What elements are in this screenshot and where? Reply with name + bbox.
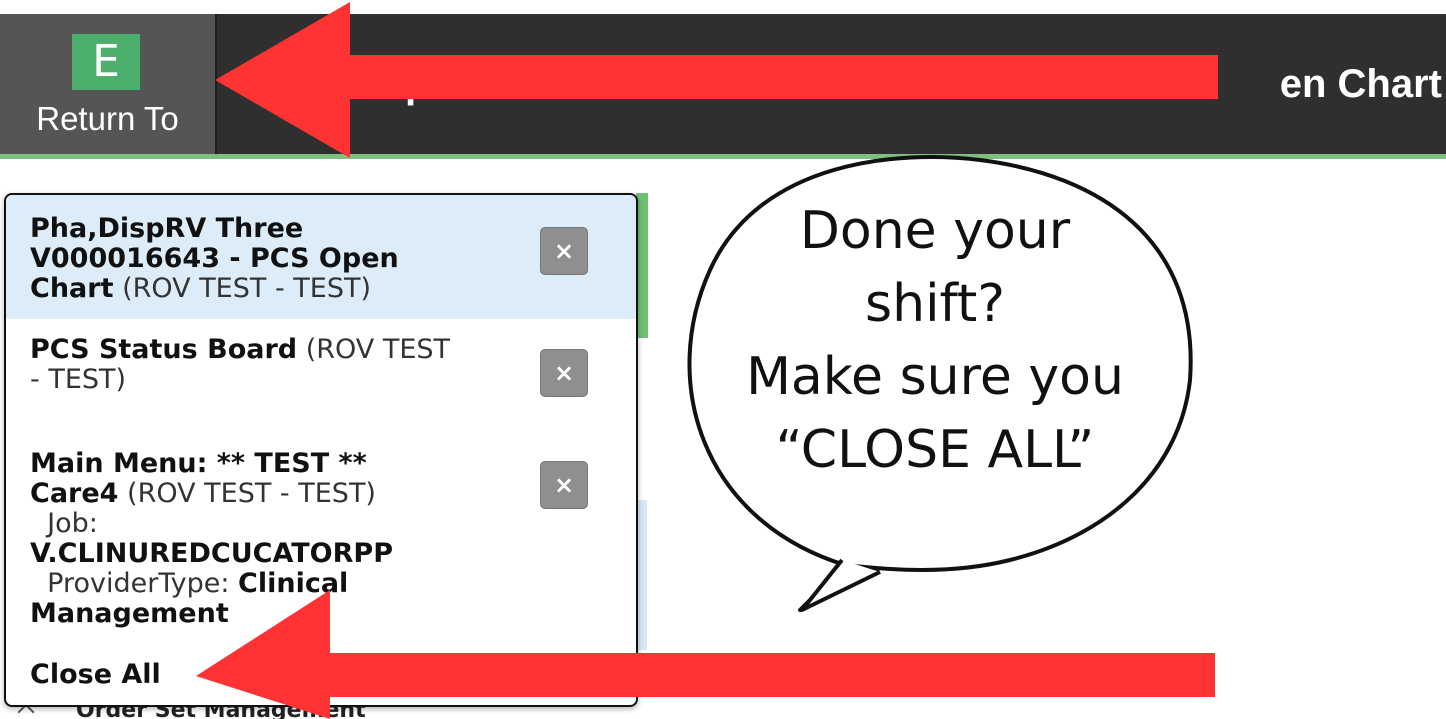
- bubble-line-4: “CLOSE ALL”: [775, 420, 1095, 480]
- bubble-line-3: Make sure you: [746, 347, 1124, 407]
- top-red-arrow: [215, 2, 1218, 158]
- bottom-red-arrow: [196, 590, 1215, 719]
- bubble-line-1: Done your: [799, 201, 1071, 261]
- bubble-line-2: shift?: [865, 274, 1005, 334]
- speech-bubble-text: Done your shift? Make sure you “CLOSE AL…: [700, 195, 1170, 487]
